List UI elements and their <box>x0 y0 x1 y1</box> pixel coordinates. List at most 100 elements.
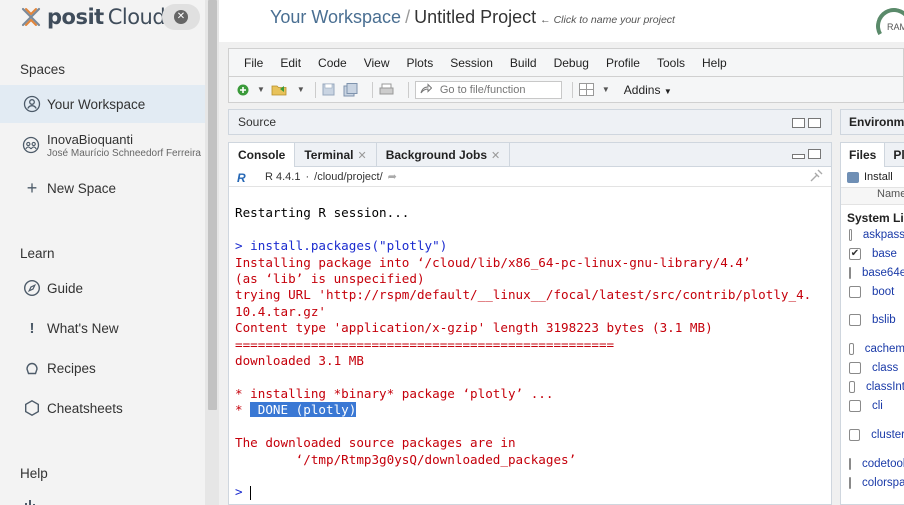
package-name-link[interactable]: cli <box>872 400 883 412</box>
menu-session[interactable]: Session <box>450 56 493 70</box>
chevron-down-icon[interactable]: ▼ <box>297 81 305 99</box>
package-load-checkbox[interactable] <box>849 381 855 393</box>
package-name-link[interactable]: classInt <box>866 381 904 393</box>
maximize-pane-icon[interactable] <box>808 149 821 159</box>
ram-gauge[interactable]: RAM <box>871 3 904 49</box>
package-load-checkbox[interactable] <box>849 429 861 441</box>
console-path-bar: R R 4.4.1 · /cloud/project/ ➦ <box>229 167 831 187</box>
learn-recipes[interactable]: Recipes <box>0 349 205 387</box>
spaces-heading: Spaces <box>20 62 66 77</box>
package-load-checkbox[interactable] <box>849 343 854 355</box>
clear-console-icon[interactable] <box>809 169 823 186</box>
posit-logo-icon <box>21 7 41 27</box>
menu-file[interactable]: File <box>244 56 263 70</box>
go-to-directory-icon[interactable]: ➦ <box>388 170 397 183</box>
pane-controls <box>789 149 821 159</box>
package-row: boot <box>841 283 904 301</box>
package-load-checkbox[interactable] <box>849 477 851 489</box>
console-output[interactable]: Restarting R session... > install.packag… <box>235 189 827 501</box>
packages-name-header[interactable]: Name <box>841 187 904 205</box>
new-file-icon[interactable] <box>237 81 249 99</box>
maximize-pane-icon[interactable] <box>808 118 821 128</box>
chevron-down-icon[interactable]: ▼ <box>602 81 610 99</box>
menu-tools[interactable]: Tools <box>657 56 685 70</box>
menu-profile[interactable]: Profile <box>606 56 640 70</box>
package-load-checkbox[interactable] <box>849 229 852 241</box>
close-icon[interactable]: ✕ <box>357 149 366 162</box>
package-load-checkbox[interactable]: ✔ <box>849 248 861 260</box>
tab-label: Plots <box>893 148 904 162</box>
package-load-checkbox[interactable] <box>849 267 851 279</box>
package-name-link[interactable]: base <box>872 248 897 260</box>
package-name-link[interactable]: colorspace <box>862 477 904 489</box>
package-load-checkbox[interactable] <box>849 286 861 298</box>
environment-pane-title: Environment <box>849 115 904 129</box>
tab-terminal[interactable]: Terminal ✕ <box>295 143 377 167</box>
restore-pane-icon[interactable] <box>792 118 805 128</box>
selected-text[interactable]: DONE (plotly) <box>250 402 357 418</box>
goto-file-input[interactable]: Go to file/function <box>414 80 562 99</box>
project-name[interactable]: Untitled Project <box>414 7 536 27</box>
save-all-icon[interactable] <box>343 81 358 99</box>
space-your-workspace[interactable]: Your Workspace <box>0 85 205 123</box>
tab-files[interactable]: Files <box>841 143 886 167</box>
grid-layout-icon[interactable] <box>578 81 594 99</box>
menu-help[interactable]: Help <box>702 56 727 70</box>
learn-guide[interactable]: Guide <box>0 269 205 307</box>
breadcrumb-workspace[interactable]: Your Workspace <box>270 7 401 27</box>
package-row: class <box>841 359 904 377</box>
save-icon[interactable] <box>322 81 335 99</box>
collapse-sidebar-button[interactable]: ✕ <box>162 4 200 30</box>
package-row: classInt <box>841 378 904 396</box>
menu-view[interactable]: View <box>364 56 390 70</box>
package-load-checkbox[interactable] <box>849 458 851 470</box>
brand-cloud-text: Cloud <box>107 5 166 29</box>
tab-background-jobs[interactable]: Background Jobs ✕ <box>377 143 511 167</box>
package-load-checkbox[interactable] <box>849 362 861 374</box>
console-line: 10.4.tar.gz' <box>235 303 326 319</box>
menu-edit[interactable]: Edit <box>280 56 301 70</box>
tab-console[interactable]: Console <box>229 143 296 167</box>
install-package-button[interactable]: Install <box>841 167 904 187</box>
package-name-link[interactable]: cluster <box>871 429 904 441</box>
menu-build[interactable]: Build <box>510 56 537 70</box>
package-name-link[interactable]: boot <box>872 286 894 298</box>
package-name-link[interactable]: class <box>872 362 898 374</box>
package-name-link[interactable]: bslib <box>872 314 896 326</box>
brand[interactable]: posit Cloud <box>20 5 166 29</box>
environment-pane[interactable]: Environment <box>840 109 904 135</box>
package-load-checkbox[interactable] <box>849 400 861 412</box>
package-name-link[interactable]: askpass <box>863 229 904 241</box>
sidebar-scrollbar-thumb[interactable] <box>208 0 217 410</box>
menu-plots[interactable]: Plots <box>407 56 434 70</box>
project-name-hint: ← Click to name your project <box>540 14 675 26</box>
install-icon <box>847 171 859 183</box>
package-name-link[interactable]: codetools <box>862 458 904 470</box>
learn-label: What's New <box>47 320 119 336</box>
learn-whats-new[interactable]: ! What's New <box>0 309 205 347</box>
close-icon[interactable]: ✕ <box>491 149 500 162</box>
space-inovabioquanti[interactable]: InovaBioquanti José Maurício Schneedorf … <box>0 128 205 164</box>
open-project-icon[interactable] <box>271 81 289 99</box>
working-directory[interactable]: /cloud/project/ <box>314 171 382 183</box>
package-name-link[interactable]: base64enc <box>862 267 904 279</box>
chevron-down-icon[interactable]: ▼ <box>257 81 265 99</box>
learn-label: Guide <box>47 280 84 296</box>
learn-label: Cheatsheets <box>47 400 123 416</box>
print-icon[interactable] <box>379 81 394 99</box>
menu-debug[interactable]: Debug <box>554 56 589 70</box>
learn-cheatsheets[interactable]: Cheatsheets <box>0 389 205 427</box>
package-row: cluster <box>841 426 904 444</box>
help-heading: Help <box>20 466 48 481</box>
tab-plots[interactable]: Plots <box>885 143 904 167</box>
package-name-link[interactable]: cachem <box>865 343 904 355</box>
compass-icon <box>22 279 42 297</box>
menu-code[interactable]: Code <box>318 56 347 70</box>
minimize-pane-icon[interactable] <box>792 154 805 159</box>
source-pane[interactable]: Source <box>228 109 832 135</box>
new-space-button[interactable]: + New Space <box>0 169 205 207</box>
package-load-checkbox[interactable] <box>849 314 861 326</box>
toolbar-divider <box>571 81 573 98</box>
addins-menu[interactable]: Addins ▼ <box>624 83 672 97</box>
